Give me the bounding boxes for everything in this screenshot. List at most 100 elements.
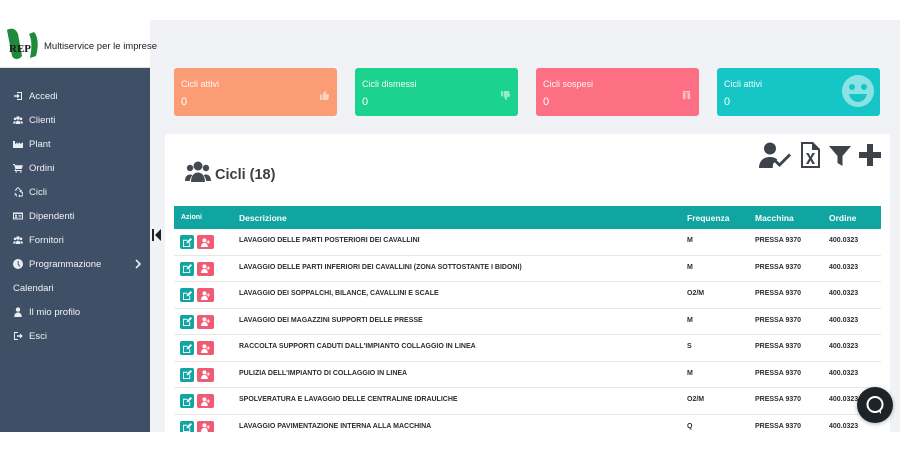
user-plus-icon	[201, 317, 210, 326]
stat-card-cicli-sospesi[interactable]: Cicli sospesi 0	[536, 68, 699, 116]
chat-icon	[866, 396, 884, 414]
id-card-icon	[13, 211, 23, 221]
assign-employee-button[interactable]	[197, 420, 214, 432]
stat-card-label: Cicli sospesi	[543, 79, 594, 89]
edit-button[interactable]	[180, 420, 194, 432]
user-plus-icon	[201, 423, 210, 432]
cell-machine: PRESSA 9370	[755, 343, 802, 350]
sidebar-item-plant[interactable]: Plant	[0, 132, 150, 156]
col-header-description[interactable]: Descrizione	[239, 213, 287, 223]
cell-order: 400.0323	[829, 290, 859, 297]
sidebar-item-label: Cicli	[29, 186, 47, 198]
edit-button[interactable]	[180, 341, 194, 355]
assign-employee-button[interactable]	[197, 288, 214, 302]
sidebar-item-clienti[interactable]: Clienti	[0, 108, 150, 132]
cell-machine: PRESSA 9370	[755, 290, 802, 297]
sidebar-item-profilo[interactable]: Il mio profilo	[0, 300, 150, 324]
sidebar-collapse-button[interactable]	[152, 228, 162, 242]
cell-machine: PRESSA 9370	[755, 263, 802, 271]
assign-employee-button[interactable]	[197, 261, 214, 276]
user-plus-icon	[201, 370, 210, 379]
sidebar-item-accedi[interactable]: Accedi	[0, 84, 150, 108]
brand[interactable]: REP Multiservice per le imprese	[0, 20, 157, 68]
chat-widget-button[interactable]	[857, 387, 893, 423]
sidebar-item-label: Esci	[29, 330, 47, 342]
cicli-panel: Cicli (18) Azioni Descrizione Frequenza …	[165, 134, 890, 432]
user-check-icon	[759, 142, 791, 168]
svg-text:REP: REP	[9, 43, 31, 55]
cell-description: LAVAGGIO DEI MAGAZZINI SUPPORTI DELLE PR…	[239, 316, 423, 324]
cell-machine: PRESSA 9370	[755, 316, 802, 324]
edit-button[interactable]	[180, 288, 194, 302]
sidebar-item-label: Ordini	[29, 162, 55, 174]
table-row: LAVAGGIO DELLE PARTI POSTERIORI DEI CAVA…	[174, 229, 881, 256]
cell-frequency: M	[687, 263, 693, 271]
sidebar-item-label: Calendari	[13, 282, 54, 294]
sidebar-item-programmazione[interactable]: Programmazione	[0, 252, 150, 276]
cell-description: RACCOLTA SUPPORTI CADUTI DALL'IMPIANTO C…	[239, 343, 476, 350]
users-icon	[185, 160, 211, 182]
sidebar-item-dipendenti[interactable]: Dipendenti	[0, 204, 150, 228]
sidebar-item-cicli[interactable]: Cicli	[0, 180, 150, 204]
users-icon	[13, 115, 23, 125]
edit-button[interactable]	[180, 314, 194, 329]
cell-description: LAVAGGIO DELLE PARTI INFERIORI DEI CAVAL…	[239, 263, 522, 271]
user-plus-icon	[201, 264, 210, 273]
collapse-left-icon	[152, 229, 161, 241]
cart-icon	[13, 163, 23, 173]
col-header-actions: Azioni	[181, 214, 202, 221]
sidebar-item-label: Programmazione	[29, 258, 102, 270]
cell-machine: PRESSA 9370	[755, 237, 802, 244]
col-header-order[interactable]: Ordine	[829, 213, 856, 223]
edit-button[interactable]	[180, 235, 194, 249]
users-icon	[13, 235, 23, 245]
assign-employee-button[interactable]	[197, 341, 214, 355]
stat-card-label: Cicli attivi	[181, 79, 220, 89]
col-header-frequency[interactable]: Frequenza	[687, 213, 730, 223]
assign-employee-button[interactable]	[197, 367, 214, 382]
sidebar-item-label: Accedi	[29, 90, 58, 102]
cell-order: 400.0323	[829, 263, 859, 271]
cell-frequency: M	[687, 237, 693, 244]
stat-card-value: 0	[724, 96, 731, 108]
assign-employee-button[interactable]	[197, 235, 214, 249]
plus-icon	[859, 144, 881, 166]
cell-order: 400.0323	[829, 369, 859, 377]
edit-button[interactable]	[180, 394, 194, 408]
thumbs-up-icon	[320, 87, 330, 100]
edit-icon	[182, 237, 192, 247]
assign-user-button[interactable]	[759, 142, 791, 173]
assign-employee-button[interactable]	[197, 314, 214, 329]
col-header-machine[interactable]: Macchina	[755, 213, 794, 223]
edit-icon	[182, 317, 192, 326]
table-header: Azioni Descrizione Frequenza Macchina Or…	[174, 206, 881, 229]
cell-frequency: O2/M	[687, 290, 705, 297]
table-row: SPOLVERATURA E LAVAGGIO DELLE CENTRALINE…	[174, 388, 881, 415]
sidebar-item-fornitori[interactable]: Fornitori	[0, 228, 150, 252]
edit-icon	[182, 343, 192, 353]
sign-out-icon	[13, 331, 23, 341]
cell-machine: PRESSA 9370	[755, 422, 802, 430]
cicli-table: Azioni Descrizione Frequenza Macchina Or…	[174, 206, 881, 432]
stat-card-cicli-attivi[interactable]: Cicli attivi 0	[174, 68, 337, 116]
sidebar-item-calendari[interactable]: Calendari	[0, 276, 150, 300]
sidebar-item-ordini[interactable]: Ordini	[0, 156, 150, 180]
user-plus-icon	[201, 237, 210, 247]
stat-card-cicli-attivi-2[interactable]: Cicli attivi 0	[717, 68, 880, 116]
edit-button[interactable]	[180, 367, 194, 382]
add-button[interactable]	[859, 144, 881, 171]
cell-frequency: M	[687, 369, 693, 377]
stat-card-label: Cicli dismessi	[362, 79, 417, 89]
sign-in-icon	[13, 91, 23, 101]
stat-card-cicli-dismessi[interactable]: Cicli dismessi 0	[355, 68, 518, 116]
excel-export-button[interactable]	[801, 142, 820, 173]
industry-icon	[13, 139, 23, 149]
sidebar-item-label: Fornitori	[29, 234, 64, 246]
edit-button[interactable]	[180, 261, 194, 276]
cell-description: LAVAGGIO PAVIMENTAZIONE INTERNA ALLA MAC…	[239, 422, 432, 430]
top-margin	[0, 0, 900, 20]
table-body: LAVAGGIO DELLE PARTI POSTERIORI DEI CAVA…	[174, 229, 881, 432]
sidebar-item-esci[interactable]: Esci	[0, 324, 150, 348]
filter-button[interactable]	[829, 146, 851, 171]
assign-employee-button[interactable]	[197, 394, 214, 408]
